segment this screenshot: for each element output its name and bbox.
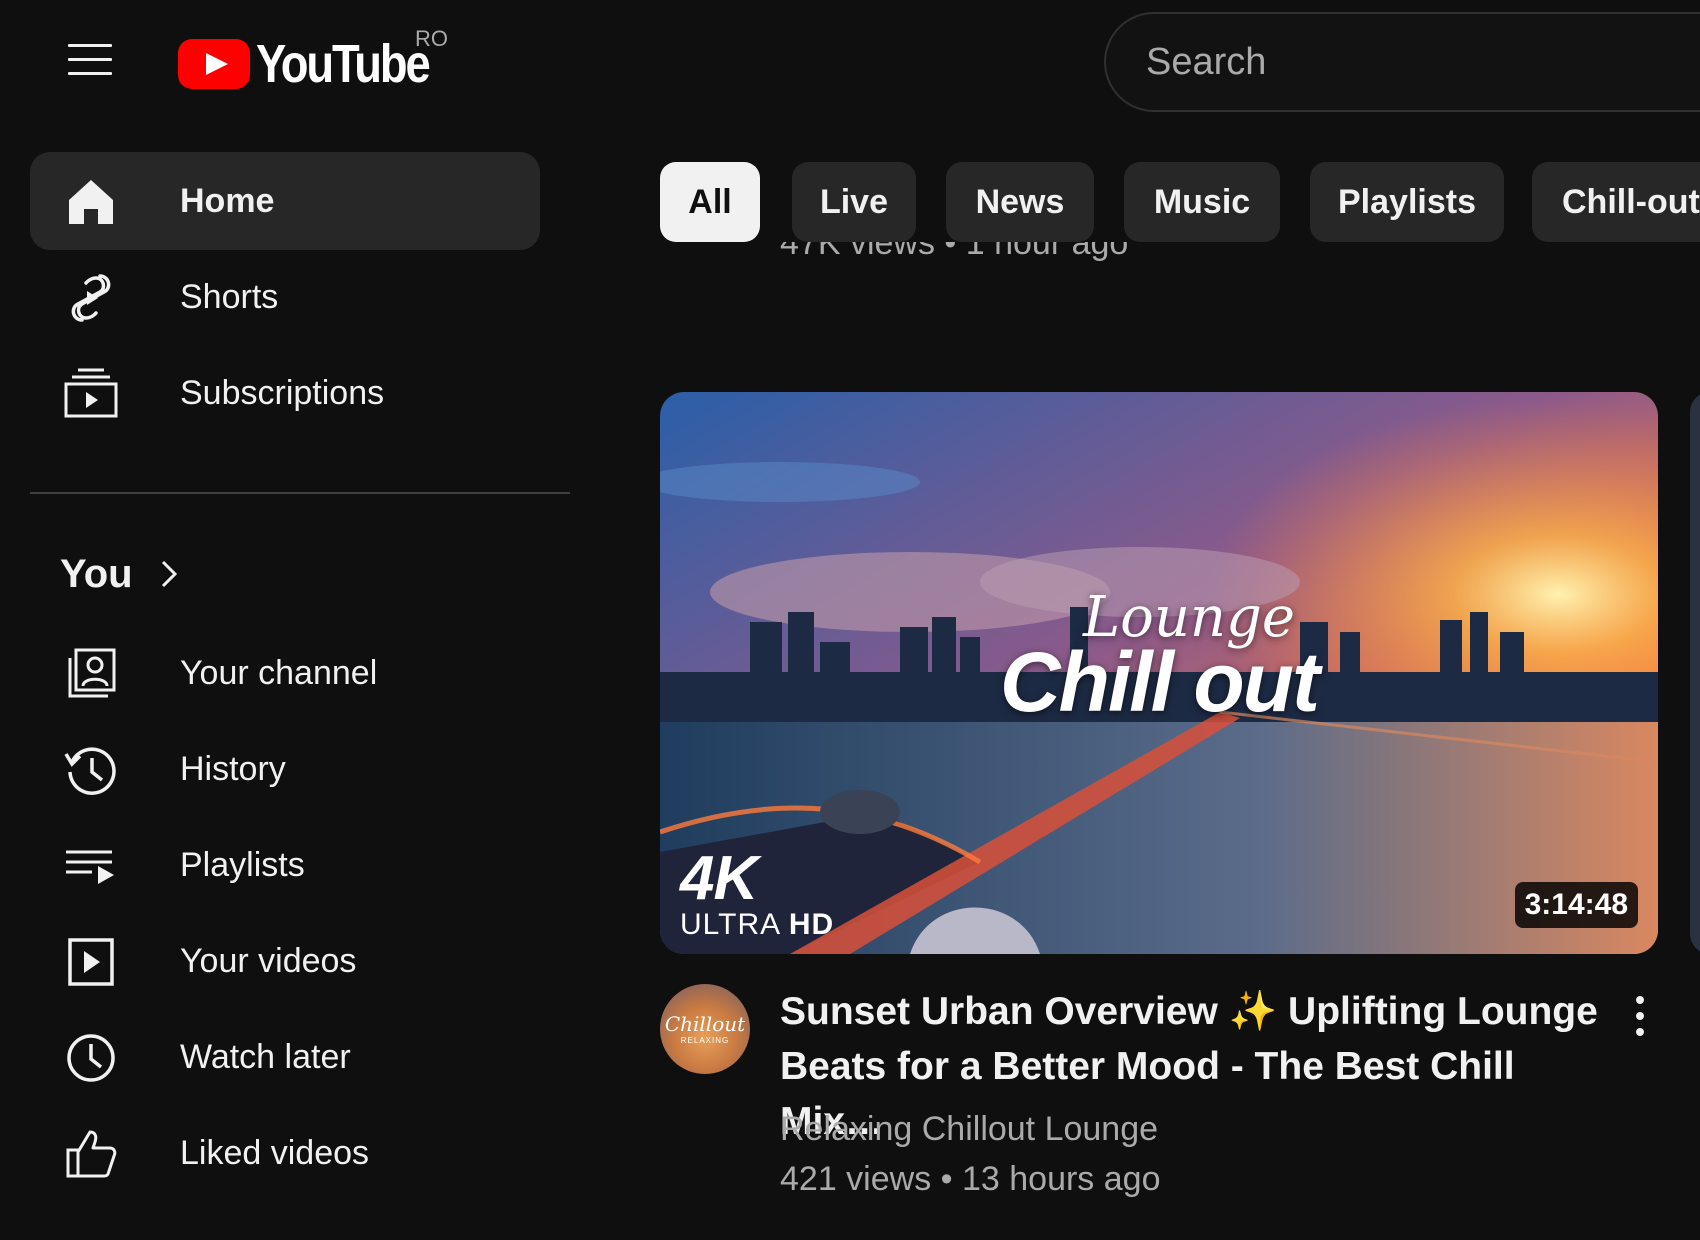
sidebar-item-your-channel[interactable]: Your channel (30, 624, 540, 722)
ultra-hd-badge: 4K ULTRA HD (680, 844, 835, 941)
sidebar-item-label: Liked videos (180, 1133, 370, 1172)
sidebar-item-subscriptions[interactable]: Subscriptions (30, 344, 540, 442)
chip-all[interactable]: All (660, 162, 760, 242)
sidebar-item-liked-videos[interactable]: Liked videos (30, 1104, 540, 1202)
sidebar-item-label: Shorts (180, 277, 279, 316)
previous-video-meta: 47K views • 1 hour ago (780, 242, 1129, 262)
sidebar-divider (30, 492, 570, 494)
chip-music[interactable]: Music (1124, 162, 1280, 242)
sidebar-item-label: Playlists (180, 845, 305, 884)
shorts-icon (62, 272, 120, 324)
thumbnail-title: Lounge Chill out (1000, 585, 1320, 729)
watch-later-icon (62, 1032, 120, 1084)
sidebar-item-playlists[interactable]: Playlists (30, 816, 540, 914)
sidebar-item-label: Your channel (180, 653, 378, 692)
region-code: RO (415, 26, 448, 51)
sidebar-item-label: Watch later (180, 1037, 351, 1076)
history-icon (62, 744, 120, 796)
you-section-header[interactable]: You (60, 548, 179, 600)
your-videos-icon (62, 936, 120, 988)
sidebar-item-label: History (180, 749, 286, 788)
chip-live[interactable]: Live (792, 162, 916, 242)
hamburger-menu-icon[interactable] (64, 40, 116, 80)
video-duration: 3:14:48 (1514, 882, 1638, 928)
your-channel-icon (62, 648, 120, 700)
sidebar-item-watch-later[interactable]: Watch later (30, 1008, 540, 1106)
next-video-thumbnail-edge[interactable] (1690, 392, 1700, 954)
sidebar-item-shorts[interactable]: Shorts (30, 248, 540, 346)
sidebar-item-label: Your videos (180, 941, 357, 980)
you-section-title: You (60, 551, 133, 596)
more-vert-icon[interactable] (1620, 990, 1660, 1042)
chip-news[interactable]: News (946, 162, 1094, 242)
channel-name[interactable]: Relaxing Chillout Lounge (780, 1110, 1158, 1149)
chevron-right-icon (161, 560, 177, 588)
video-thumbnail[interactable]: Lounge Chill out 4K ULTRA HD 3:14:48 (660, 392, 1658, 954)
home-icon (62, 176, 120, 228)
youtube-play-icon (178, 39, 250, 89)
sidebar-item-your-videos[interactable]: Your videos (30, 912, 540, 1010)
search-input[interactable] (1146, 40, 1646, 84)
search-box[interactable] (1104, 12, 1700, 112)
sidebar-item-label: Home (180, 181, 275, 220)
sidebar-item-label: Subscriptions (180, 373, 385, 412)
video-stats: 421 views • 13 hours ago (780, 1160, 1161, 1198)
sidebar-item-home[interactable]: Home (30, 152, 540, 250)
chip-chill-out[interactable]: Chill-out (1532, 162, 1700, 242)
playlists-icon (62, 840, 120, 892)
chip-playlists[interactable]: Playlists (1310, 162, 1504, 242)
liked-videos-icon (62, 1128, 120, 1180)
channel-avatar[interactable]: Chillout RELAXING (660, 984, 750, 1074)
logo-text: YouTube (256, 34, 431, 94)
sidebar-item-history[interactable]: History (30, 720, 540, 818)
subscriptions-icon (62, 368, 120, 420)
